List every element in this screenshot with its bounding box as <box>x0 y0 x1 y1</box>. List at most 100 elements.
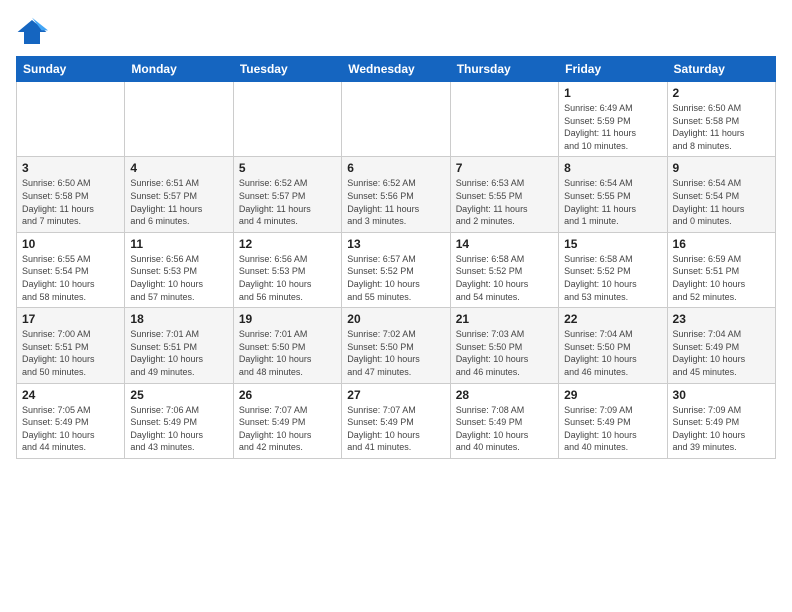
day-header-friday: Friday <box>559 57 667 82</box>
day-info: Sunrise: 7:03 AMSunset: 5:50 PMDaylight:… <box>456 328 553 378</box>
day-number: 19 <box>239 312 336 326</box>
calendar-cell: 13 Sunrise: 6:57 AMSunset: 5:52 PMDayligh… <box>342 232 450 307</box>
day-info: Sunrise: 6:57 AMSunset: 5:52 PMDaylight:… <box>347 253 444 303</box>
calendar-table: SundayMondayTuesdayWednesdayThursdayFrid… <box>16 56 776 459</box>
calendar-cell: 6 Sunrise: 6:52 AMSunset: 5:56 PMDaylight… <box>342 157 450 232</box>
day-info: Sunrise: 6:59 AMSunset: 5:51 PMDaylight:… <box>673 253 770 303</box>
day-number: 1 <box>564 86 661 100</box>
day-number: 16 <box>673 237 770 251</box>
day-info: Sunrise: 6:49 AMSunset: 5:59 PMDaylight:… <box>564 102 661 152</box>
calendar-cell: 16 Sunrise: 6:59 AMSunset: 5:51 PMDayligh… <box>667 232 775 307</box>
day-info: Sunrise: 6:50 AMSunset: 5:58 PMDaylight:… <box>22 177 119 227</box>
calendar-cell: 4Sunrise: 6:51 AMSunset: 5:57 PMDaylight… <box>125 157 233 232</box>
day-number: 23 <box>673 312 770 326</box>
calendar-cell: 7Sunrise: 6:53 AMSunset: 5:55 PMDaylight… <box>450 157 558 232</box>
logo-icon <box>16 16 48 48</box>
calendar-cell: 20 Sunrise: 7:02 AMSunset: 5:50 PMDayligh… <box>342 308 450 383</box>
day-number: 15 <box>564 237 661 251</box>
calendar-cell: 26 Sunrise: 7:07 AMSunset: 5:49 PMDayligh… <box>233 383 341 458</box>
calendar-cell <box>450 82 558 157</box>
day-info: Sunrise: 7:08 AMSunset: 5:49 PMDaylight:… <box>456 404 553 454</box>
calendar-cell <box>17 82 125 157</box>
day-info: Sunrise: 6:50 AMSunset: 5:58 PMDaylight:… <box>673 102 770 152</box>
calendar-cell: 11 Sunrise: 6:56 AMSunset: 5:53 PMDayligh… <box>125 232 233 307</box>
calendar-header-row: SundayMondayTuesdayWednesdayThursdayFrid… <box>17 57 776 82</box>
day-info: Sunrise: 7:02 AMSunset: 5:50 PMDaylight:… <box>347 328 444 378</box>
calendar-cell: 18 Sunrise: 7:01 AMSunset: 5:51 PMDayligh… <box>125 308 233 383</box>
day-number: 27 <box>347 388 444 402</box>
day-number: 28 <box>456 388 553 402</box>
day-info: Sunrise: 6:55 AMSunset: 5:54 PMDaylight:… <box>22 253 119 303</box>
day-info: Sunrise: 7:04 AMSunset: 5:50 PMDaylight:… <box>564 328 661 378</box>
calendar-cell: 21 Sunrise: 7:03 AMSunset: 5:50 PMDayligh… <box>450 308 558 383</box>
day-number: 18 <box>130 312 227 326</box>
calendar-cell: 14 Sunrise: 6:58 AMSunset: 5:52 PMDayligh… <box>450 232 558 307</box>
day-info: Sunrise: 7:07 AMSunset: 5:49 PMDaylight:… <box>347 404 444 454</box>
day-number: 26 <box>239 388 336 402</box>
day-info: Sunrise: 7:05 AMSunset: 5:49 PMDaylight:… <box>22 404 119 454</box>
day-number: 14 <box>456 237 553 251</box>
day-info: Sunrise: 6:56 AMSunset: 5:53 PMDaylight:… <box>130 253 227 303</box>
calendar-cell: 8 Sunrise: 6:54 AMSunset: 5:55 PMDaylight… <box>559 157 667 232</box>
day-info: Sunrise: 6:54 AMSunset: 5:54 PMDaylight:… <box>673 177 770 227</box>
calendar-cell: 12 Sunrise: 6:56 AMSunset: 5:53 PMDayligh… <box>233 232 341 307</box>
day-number: 11 <box>130 237 227 251</box>
day-number: 8 <box>564 161 661 175</box>
day-number: 30 <box>673 388 770 402</box>
day-info: Sunrise: 7:06 AMSunset: 5:49 PMDaylight:… <box>130 404 227 454</box>
day-info: Sunrise: 6:58 AMSunset: 5:52 PMDaylight:… <box>456 253 553 303</box>
day-number: 29 <box>564 388 661 402</box>
calendar-week-row: 10Sunrise: 6:55 AMSunset: 5:54 PMDayligh… <box>17 232 776 307</box>
day-info: Sunrise: 7:01 AMSunset: 5:51 PMDaylight:… <box>130 328 227 378</box>
day-number: 13 <box>347 237 444 251</box>
day-number: 12 <box>239 237 336 251</box>
calendar-cell: 2Sunrise: 6:50 AMSunset: 5:58 PMDaylight… <box>667 82 775 157</box>
day-info: Sunrise: 6:54 AMSunset: 5:55 PMDaylight:… <box>564 177 661 227</box>
day-header-monday: Monday <box>125 57 233 82</box>
day-info: Sunrise: 7:09 AMSunset: 5:49 PMDaylight:… <box>673 404 770 454</box>
logo <box>16 16 52 48</box>
day-number: 20 <box>347 312 444 326</box>
calendar-cell: 3 Sunrise: 6:50 AMSunset: 5:58 PMDaylight… <box>17 157 125 232</box>
day-number: 3 <box>22 161 119 175</box>
day-header-thursday: Thursday <box>450 57 558 82</box>
calendar-cell: 28 Sunrise: 7:08 AMSunset: 5:49 PMDayligh… <box>450 383 558 458</box>
calendar-cell: 27 Sunrise: 7:07 AMSunset: 5:49 PMDayligh… <box>342 383 450 458</box>
calendar-cell: 29Sunrise: 7:09 AMSunset: 5:49 PMDayligh… <box>559 383 667 458</box>
calendar-cell: 9 Sunrise: 6:54 AMSunset: 5:54 PMDaylight… <box>667 157 775 232</box>
day-info: Sunrise: 7:00 AMSunset: 5:51 PMDaylight:… <box>22 328 119 378</box>
calendar-week-row: 1 Sunrise: 6:49 AMSunset: 5:59 PMDaylight… <box>17 82 776 157</box>
calendar-cell: 24 Sunrise: 7:05 AMSunset: 5:49 PMDayligh… <box>17 383 125 458</box>
day-info: Sunrise: 6:53 AMSunset: 5:55 PMDaylight:… <box>456 177 553 227</box>
day-info: Sunrise: 6:52 AMSunset: 5:57 PMDaylight:… <box>239 177 336 227</box>
calendar-cell: 15 Sunrise: 6:58 AMSunset: 5:52 PMDayligh… <box>559 232 667 307</box>
calendar-cell: 1 Sunrise: 6:49 AMSunset: 5:59 PMDaylight… <box>559 82 667 157</box>
calendar-cell: 23 Sunrise: 7:04 AMSunset: 5:49 PMDayligh… <box>667 308 775 383</box>
day-info: Sunrise: 6:58 AMSunset: 5:52 PMDaylight:… <box>564 253 661 303</box>
day-info: Sunrise: 6:52 AMSunset: 5:56 PMDaylight:… <box>347 177 444 227</box>
calendar-cell: 19Sunrise: 7:01 AMSunset: 5:50 PMDayligh… <box>233 308 341 383</box>
day-number: 22 <box>564 312 661 326</box>
calendar-cell <box>233 82 341 157</box>
day-number: 9 <box>673 161 770 175</box>
calendar-cell <box>125 82 233 157</box>
day-number: 21 <box>456 312 553 326</box>
day-info: Sunrise: 7:04 AMSunset: 5:49 PMDaylight:… <box>673 328 770 378</box>
calendar-cell: 10Sunrise: 6:55 AMSunset: 5:54 PMDayligh… <box>17 232 125 307</box>
calendar-cell: 17Sunrise: 7:00 AMSunset: 5:51 PMDayligh… <box>17 308 125 383</box>
page-header <box>16 16 776 48</box>
calendar-week-row: 24 Sunrise: 7:05 AMSunset: 5:49 PMDayligh… <box>17 383 776 458</box>
calendar-week-row: 17Sunrise: 7:00 AMSunset: 5:51 PMDayligh… <box>17 308 776 383</box>
day-info: Sunrise: 7:07 AMSunset: 5:49 PMDaylight:… <box>239 404 336 454</box>
calendar-cell: 22 Sunrise: 7:04 AMSunset: 5:50 PMDayligh… <box>559 308 667 383</box>
day-number: 25 <box>130 388 227 402</box>
day-header-sunday: Sunday <box>17 57 125 82</box>
day-info: Sunrise: 6:56 AMSunset: 5:53 PMDaylight:… <box>239 253 336 303</box>
day-info: Sunrise: 6:51 AMSunset: 5:57 PMDaylight:… <box>130 177 227 227</box>
calendar-cell: 25 Sunrise: 7:06 AMSunset: 5:49 PMDayligh… <box>125 383 233 458</box>
calendar-week-row: 3 Sunrise: 6:50 AMSunset: 5:58 PMDaylight… <box>17 157 776 232</box>
day-number: 6 <box>347 161 444 175</box>
day-header-saturday: Saturday <box>667 57 775 82</box>
day-number: 24 <box>22 388 119 402</box>
day-header-tuesday: Tuesday <box>233 57 341 82</box>
